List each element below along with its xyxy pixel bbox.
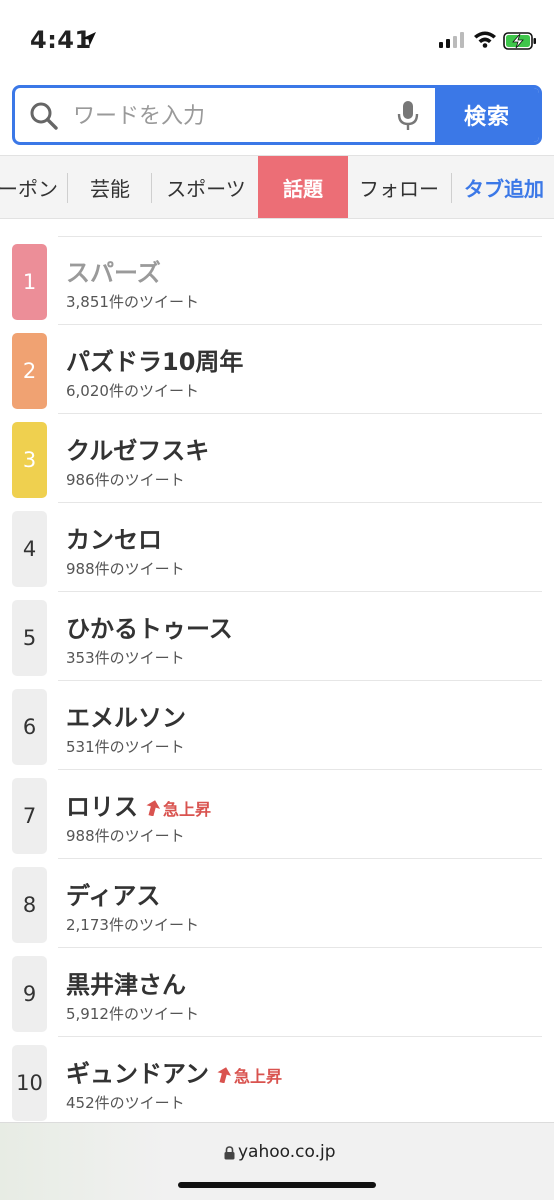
tweet-count: 988件のツイート <box>66 560 185 578</box>
list-divider <box>58 858 542 859</box>
rank-badge: 4 <box>12 511 47 587</box>
home-indicator[interactable] <box>178 1182 376 1188</box>
lock-icon <box>224 1145 235 1164</box>
tweet-count: 353件のツイート <box>66 649 185 667</box>
tweet-count: 2,173件のツイート <box>66 916 199 934</box>
rank-badge: 7 <box>12 778 47 854</box>
ranking-title: クルゼフスキ <box>66 437 210 465</box>
status-bar: 4:41 <box>0 0 554 78</box>
microphone-icon[interactable] <box>397 100 419 136</box>
tweet-count: 5,912件のツイート <box>66 1005 199 1023</box>
cellular-signal-icon <box>439 32 465 52</box>
list-divider <box>58 680 542 681</box>
list-divider <box>58 591 542 592</box>
tweet-count: 452件のツイート <box>66 1094 185 1112</box>
tab-divider <box>67 173 68 203</box>
rank-badge: 5 <box>12 600 47 676</box>
rank-badge: 6 <box>12 689 47 765</box>
rank-badge: 1 <box>12 244 47 320</box>
rising-badge: 急上昇 <box>146 796 211 820</box>
tab-divider <box>451 173 452 203</box>
rank-badge: 10 <box>12 1045 47 1121</box>
tab-coupon[interactable]: ーポン <box>0 156 66 218</box>
rising-label: 急上昇 <box>163 800 212 819</box>
ranking-item[interactable]: 4 カンセロ 988件のツイート <box>0 504 554 592</box>
search-button[interactable]: 検索 <box>435 88 539 142</box>
ranking-title: パズドラ10周年 <box>66 348 244 376</box>
tweet-count: 988件のツイート <box>66 827 185 845</box>
ranking-title: ディアス <box>66 882 161 910</box>
category-tabs: ーポン 芸能 スポーツ 話題 フォロー タブ追加 <box>0 155 554 219</box>
ranking-title: ひかるトゥース <box>66 615 233 643</box>
tweet-count: 986件のツイート <box>66 471 185 489</box>
location-arrow-icon <box>80 30 98 52</box>
wifi-icon <box>473 30 497 52</box>
ranking-title: カンセロ <box>66 526 162 554</box>
tweet-count: 531件のツイート <box>66 738 185 756</box>
ranking-item[interactable]: 2 パズドラ10周年 6,020件のツイート <box>0 326 554 414</box>
ranking-item[interactable]: 5 ひかるトゥース 353件のツイート <box>0 593 554 681</box>
ranking-title: 黒井津さん <box>66 971 186 999</box>
rank-badge: 3 <box>12 422 47 498</box>
tab-divider <box>151 173 152 203</box>
ranking-title: エメルソン <box>66 704 186 732</box>
rank-badge: 9 <box>12 956 47 1032</box>
ranking-item[interactable]: 10 ギュンドアン 急上昇 452件のツイート <box>0 1038 554 1126</box>
ranking-title: ギュンドアン <box>66 1060 210 1088</box>
list-divider <box>58 413 542 414</box>
ranking-item[interactable]: 8 ディアス 2,173件のツイート <box>0 860 554 948</box>
search-icon <box>29 101 59 135</box>
ranking-title-row: ギュンドアン 急上昇 <box>66 1054 282 1089</box>
ranking-item[interactable]: 6 エメルソン 531件のツイート <box>0 682 554 770</box>
ranking-item[interactable]: 3 クルゼフスキ 986件のツイート <box>0 415 554 503</box>
rising-badge: 急上昇 <box>217 1063 282 1087</box>
browser-address-bar[interactable]: yahoo.co.jp <box>0 1122 554 1200</box>
rank-badge: 2 <box>12 333 47 409</box>
battery-charging-icon <box>503 32 537 54</box>
tab-follow[interactable]: フォロー <box>352 156 446 218</box>
list-divider <box>58 1036 542 1037</box>
list-divider <box>58 947 542 948</box>
tweet-count: 6,020件のツイート <box>66 382 199 400</box>
url-text[interactable]: yahoo.co.jp <box>238 1142 336 1162</box>
ranking-title: スパーズ <box>66 259 161 287</box>
search-input[interactable] <box>71 96 395 136</box>
rising-label: 急上昇 <box>234 1067 283 1086</box>
list-divider <box>58 502 542 503</box>
tab-add[interactable]: タブ追加 <box>454 156 554 218</box>
ranking-item[interactable]: 7 ロリス 急上昇 988件のツイート <box>0 771 554 859</box>
rank-badge: 8 <box>12 867 47 943</box>
ranking-item[interactable]: 9 黒井津さん 5,912件のツイート <box>0 949 554 1037</box>
ranking-item[interactable]: 1 スパーズ 3,851件のツイート <box>0 237 554 325</box>
list-divider <box>58 324 542 325</box>
tweet-count: 3,851件のツイート <box>66 293 199 311</box>
tab-trending[interactable]: 話題 <box>258 156 348 218</box>
tab-entertainment[interactable]: 芸能 <box>70 156 150 218</box>
tab-sports[interactable]: スポーツ <box>156 156 256 218</box>
search-box: 検索 <box>12 85 542 145</box>
ranking-title: ロリス <box>66 793 138 821</box>
rising-arrow-icon <box>217 1067 232 1083</box>
ranking-title-row: ロリス 急上昇 <box>66 787 211 822</box>
list-divider <box>58 769 542 770</box>
rising-arrow-icon <box>146 800 160 816</box>
